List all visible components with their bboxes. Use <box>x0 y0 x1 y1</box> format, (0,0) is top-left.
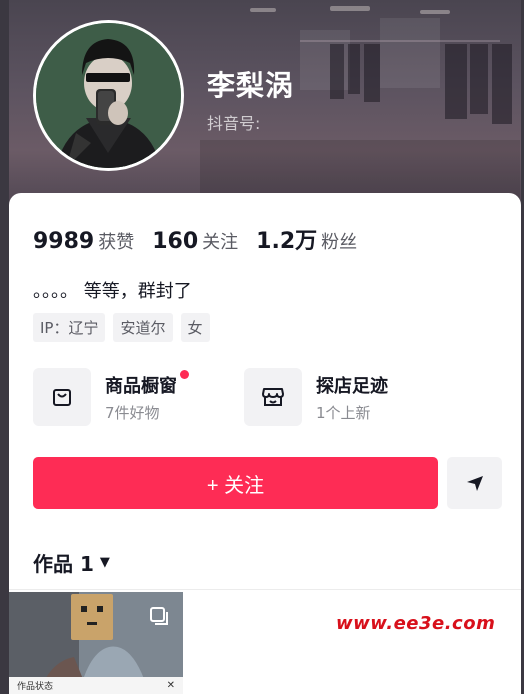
tag-ip: IP：辽宁 <box>33 313 106 342</box>
stat-label: 粉丝 <box>321 232 358 253</box>
watermark: www.ee3e.com <box>336 613 496 634</box>
avatar-image <box>36 23 181 168</box>
triangle-send-icon <box>466 476 483 491</box>
stats-row: 9989 获赞 160 关注 1.2万 粉丝 <box>33 223 375 255</box>
store-icon <box>244 368 302 426</box>
stat-number: 9989 <box>33 229 95 254</box>
multi-image-icon <box>150 607 168 625</box>
stat-following[interactable]: 160 关注 <box>152 228 238 254</box>
stat-number: 1.2万 <box>256 229 318 254</box>
caption-text: 作品状态 <box>17 682 54 692</box>
notification-dot <box>180 369 189 379</box>
tab-works[interactable]: 作品 1 ▼ <box>33 548 110 577</box>
follow-button[interactable]: + 关注 <box>33 457 438 509</box>
store-visit-entry[interactable]: 探店足迹 1个上新 <box>244 368 388 426</box>
stat-likes[interactable]: 9989 获赞 <box>33 228 134 254</box>
shopping-bag-icon <box>33 368 91 426</box>
product-showcase-entry[interactable]: 商品橱窗 7件好物 <box>33 368 189 426</box>
avatar-illustration <box>36 23 181 168</box>
works-label: 作品 1 <box>33 552 94 576</box>
close-icon[interactable]: ✕ <box>167 680 175 691</box>
stat-number: 160 <box>152 229 199 254</box>
bio-text: 。。。。 等等，群封了 <box>33 281 192 302</box>
douyin-id: 抖音号: <box>207 114 261 133</box>
avatar[interactable] <box>33 20 184 171</box>
stat-label: 关注 <box>202 232 239 253</box>
feature-title: 探店足迹 <box>316 375 388 397</box>
thumbnail-caption: 作品状态 ✕ <box>9 677 183 694</box>
feature-title: 商品橱窗 <box>105 369 189 398</box>
tag-location: 安道尔 <box>113 313 173 342</box>
video-thumbnail[interactable]: 作品状态 ✕ <box>9 592 183 694</box>
divider <box>9 589 521 590</box>
feature-subtitle: 1个上新 <box>316 403 371 422</box>
stat-followers[interactable]: 1.2万 粉丝 <box>256 223 357 255</box>
tag-list: IP：辽宁 安道尔 女 <box>33 313 218 342</box>
more-options-button[interactable] <box>447 457 502 509</box>
stat-label: 获赞 <box>98 232 135 253</box>
chevron-down-icon: ▼ <box>99 555 110 570</box>
left-edge <box>0 0 9 694</box>
feature-title-text: 商品橱窗 <box>105 375 177 397</box>
username: 李梨涡 <box>207 69 295 102</box>
feature-subtitle: 7件好物 <box>105 403 160 422</box>
tag-gender: 女 <box>180 313 210 342</box>
